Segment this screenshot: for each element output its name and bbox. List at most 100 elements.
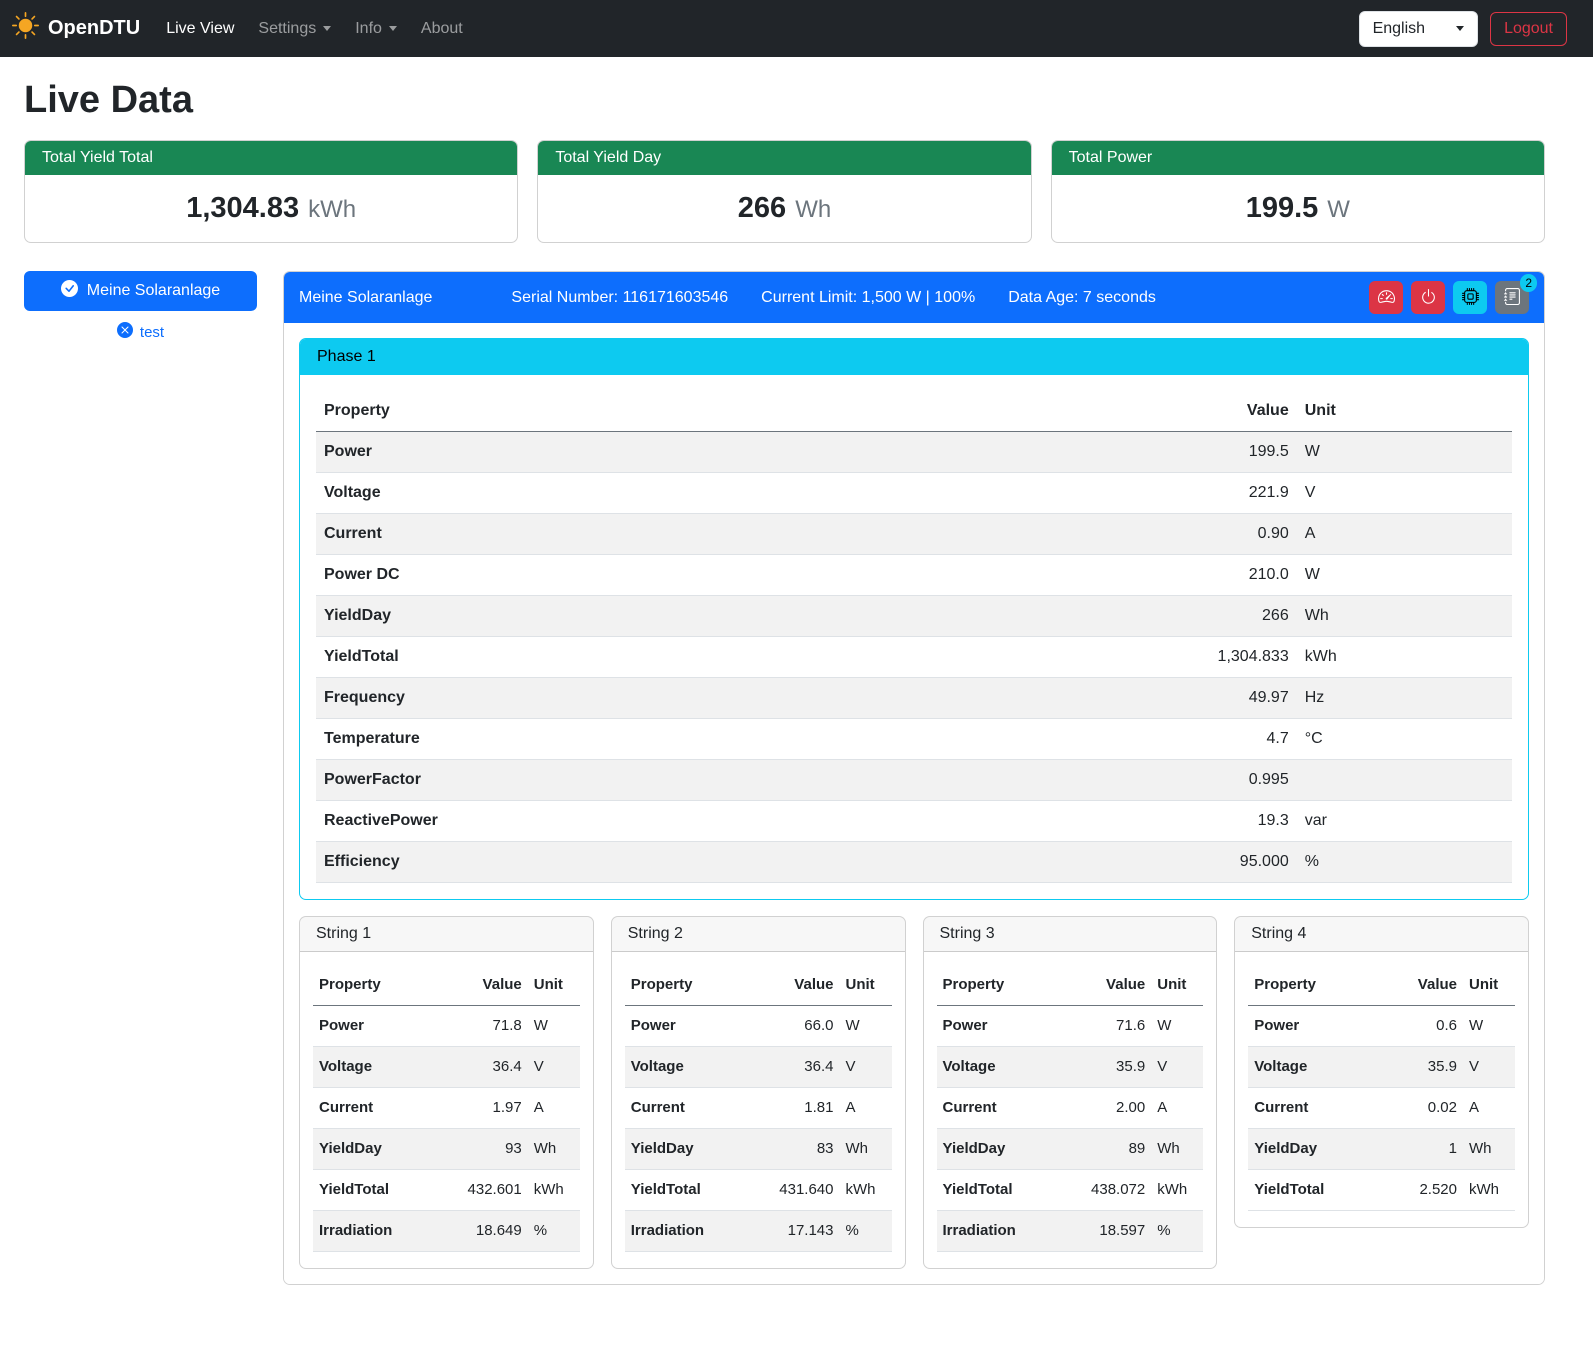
string-3-card: String 3 PropertyValueUnitPower71.6WVolt… (923, 916, 1218, 1269)
total-yield-day-value: 266 (738, 192, 786, 224)
table-row: Power71.6W (937, 1006, 1204, 1047)
event-log-button[interactable]: 2 (1495, 281, 1529, 314)
navbar-right: English Logout (1359, 11, 1567, 47)
property-cell: YieldTotal (313, 1170, 456, 1211)
table-row: Power DC210.0W (316, 555, 1512, 596)
total-power-unit: W (1327, 196, 1350, 223)
value-cell: 2.00 (1079, 1088, 1151, 1129)
property-cell: YieldTotal (1248, 1170, 1391, 1211)
unit-cell: A (1463, 1088, 1515, 1129)
device-info-button[interactable] (1453, 281, 1487, 314)
property-cell: Current (313, 1088, 456, 1129)
inverter-data-age: Data Age: 7 seconds (1008, 289, 1156, 307)
string-card-title: String 3 (924, 917, 1217, 952)
table-row: Frequency49.97Hz (316, 678, 1512, 719)
property-cell: PowerFactor (316, 760, 1153, 801)
card-title: Total Yield Day (538, 141, 1030, 175)
inverter-limit: Current Limit: 1,500 W | 100% (761, 289, 975, 307)
power-button[interactable] (1411, 281, 1445, 314)
nav-info[interactable]: Info (343, 12, 409, 46)
property-cell: Voltage (316, 473, 1153, 514)
table-row: YieldTotal438.072kWh (937, 1170, 1204, 1211)
value-cell: 93 (456, 1129, 528, 1170)
unit-cell: Wh (1297, 596, 1512, 637)
unit-cell: V (1297, 473, 1512, 514)
total-power-card: Total Power 199.5W (1051, 140, 1545, 243)
nav-about[interactable]: About (409, 12, 475, 46)
unit-cell: W (1463, 1006, 1515, 1047)
unit-cell: W (528, 1006, 580, 1047)
column-header: Unit (1297, 391, 1512, 432)
table-header-row: PropertyValueUnit (313, 965, 580, 1006)
total-yield-total-card: Total Yield Total 1,304.83 kWh (24, 140, 518, 243)
table-row: YieldTotal2.520kWh (1248, 1170, 1515, 1211)
table-row: Voltage221.9V (316, 473, 1512, 514)
string-2-table: PropertyValueUnitPower66.0WVoltage36.4VC… (625, 965, 892, 1252)
value-cell: 266 (1153, 596, 1297, 637)
property-cell: Current (937, 1088, 1080, 1129)
inverter-card-header: Meine Solaranlage Serial Number: 1161716… (284, 272, 1544, 323)
unit-cell: Wh (1151, 1129, 1203, 1170)
property-cell: YieldDay (1248, 1129, 1391, 1170)
nav-settings[interactable]: Settings (246, 12, 343, 46)
table-row: Voltage35.9V (1248, 1047, 1515, 1088)
inverter-name: Meine Solaranlage (299, 289, 432, 307)
value-cell: 1.81 (768, 1088, 840, 1129)
strings-row: String 1 PropertyValueUnitPower71.8WVolt… (299, 916, 1529, 1269)
unit-cell: W (1297, 555, 1512, 596)
unit-cell: V (528, 1047, 580, 1088)
table-row: YieldDay93Wh (313, 1129, 580, 1170)
table-row: YieldDay1Wh (1248, 1129, 1515, 1170)
sidebar-item-meine-solaranlage[interactable]: Meine Solaranlage (24, 271, 257, 311)
property-cell: ReactivePower (316, 801, 1153, 842)
chevron-down-icon (323, 26, 331, 31)
value-cell: 89 (1079, 1129, 1151, 1170)
value-cell: 1 (1391, 1129, 1463, 1170)
table-header-row: PropertyValueUnit (316, 391, 1512, 432)
logout-button[interactable]: Logout (1490, 12, 1567, 46)
value-cell: 18.597 (1079, 1211, 1151, 1252)
string-4-table: PropertyValueUnitPower0.6WVoltage35.9VCu… (1248, 965, 1515, 1211)
total-yield-total-value: 1,304.83 (186, 192, 299, 224)
total-yield-total-unit: kWh (308, 196, 356, 223)
table-row: Irradiation18.597% (937, 1211, 1204, 1252)
card-title: Total Yield Total (25, 141, 517, 175)
unit-cell: Wh (840, 1129, 892, 1170)
table-row: Current2.00A (937, 1088, 1204, 1129)
property-cell: YieldDay (316, 596, 1153, 637)
table-row: YieldTotal1,304.833kWh (316, 637, 1512, 678)
property-cell: Frequency (316, 678, 1153, 719)
sidebar-item-label: test (140, 324, 164, 341)
column-header: Property (937, 965, 1080, 1006)
speedometer-icon (1378, 288, 1395, 308)
property-cell: Power (313, 1006, 456, 1047)
unit-cell: V (1463, 1047, 1515, 1088)
unit-cell: kWh (840, 1170, 892, 1211)
string-card-title: String 1 (300, 917, 593, 952)
phase-table: PropertyValueUnitPower199.5WVoltage221.9… (316, 391, 1512, 883)
unit-cell: W (840, 1006, 892, 1047)
property-cell: Irradiation (625, 1211, 768, 1252)
sidebar-item-test[interactable]: test (111, 321, 170, 343)
inverter-card: Meine Solaranlage Serial Number: 1161716… (283, 271, 1545, 1285)
x-circle-icon (117, 322, 133, 342)
brand[interactable]: OpenDTU (12, 12, 140, 45)
property-cell: Power (1248, 1006, 1391, 1047)
table-row: YieldDay89Wh (937, 1129, 1204, 1170)
table-row: Current0.90A (316, 514, 1512, 555)
table-row: Irradiation17.143% (625, 1211, 892, 1252)
table-row: YieldTotal432.601kWh (313, 1170, 580, 1211)
table-row: Current0.02A (1248, 1088, 1515, 1129)
nav-live-view[interactable]: Live View (154, 12, 246, 46)
unit-cell: kWh (1151, 1170, 1203, 1211)
property-cell: YieldTotal (937, 1170, 1080, 1211)
property-cell: Power (625, 1006, 768, 1047)
value-cell: 210.0 (1153, 555, 1297, 596)
string-card-title: String 4 (1235, 917, 1528, 952)
language-select[interactable]: English (1359, 11, 1478, 47)
table-row: ReactivePower19.3var (316, 801, 1512, 842)
limit-settings-button[interactable] (1369, 281, 1403, 314)
unit-cell: % (528, 1211, 580, 1252)
table-row: YieldDay83Wh (625, 1129, 892, 1170)
column-header: Unit (840, 965, 892, 1006)
